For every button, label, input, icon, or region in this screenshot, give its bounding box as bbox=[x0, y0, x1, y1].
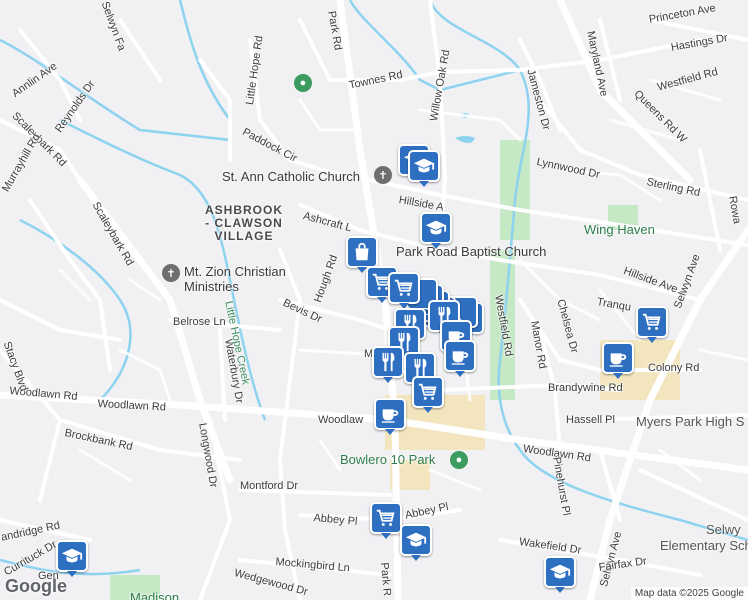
education-marker[interactable] bbox=[408, 150, 440, 187]
map-attribution[interactable]: Map data ©2025 Google bbox=[630, 587, 748, 600]
poi-park-road-baptist-church[interactable]: Park Road Baptist Church bbox=[396, 244, 546, 259]
poi-mt-zion[interactable]: Mt. Zion Christian Ministries bbox=[184, 264, 304, 294]
poi-selwyn-elementary-2[interactable]: Elementary Schoo bbox=[660, 538, 748, 553]
graduation-cap-icon bbox=[425, 220, 447, 235]
restaurant-marker[interactable] bbox=[372, 346, 404, 383]
street-label-woodlawn-rd-center: Woodlaw bbox=[318, 414, 364, 426]
poi-wing-haven[interactable]: Wing Haven bbox=[584, 222, 655, 237]
graduation-cap-icon bbox=[405, 532, 427, 547]
grocery-marker[interactable] bbox=[370, 502, 402, 539]
shopping-marker[interactable] bbox=[346, 236, 378, 273]
graduation-cap-icon bbox=[61, 548, 83, 563]
grocery-marker[interactable] bbox=[636, 306, 668, 343]
education-marker[interactable] bbox=[56, 540, 88, 577]
shopping-cart-icon bbox=[376, 509, 395, 526]
education-marker[interactable] bbox=[420, 212, 452, 249]
map-canvas[interactable]: Park Rd Park R Willow Oak Rd Townes Rd L… bbox=[0, 0, 748, 600]
grocery-marker[interactable] bbox=[388, 272, 420, 309]
graduation-cap-icon bbox=[413, 158, 435, 173]
street-label-hassell-pl: Hassell Pl bbox=[566, 414, 615, 426]
coffee-cup-icon bbox=[451, 351, 469, 365]
shopping-cart-icon bbox=[418, 383, 437, 400]
education-marker[interactable] bbox=[400, 524, 432, 561]
street-label-belrose-ln: Belrose Ln bbox=[173, 316, 226, 328]
grocery-marker[interactable] bbox=[412, 376, 444, 413]
education-marker[interactable] bbox=[544, 556, 576, 593]
shopping-cart-icon bbox=[394, 279, 413, 296]
poi-bowlero[interactable]: Bowlero 10 Park bbox=[340, 452, 435, 467]
shopping-cart-icon bbox=[642, 313, 661, 330]
coffee-cup-icon bbox=[381, 409, 399, 423]
neighborhood-label: ASHBROOK - CLAWSON VILLAGE bbox=[196, 204, 292, 243]
fork-knife-icon bbox=[382, 352, 395, 372]
poi-madison[interactable]: Madison bbox=[130, 590, 179, 600]
bowling-icon: ● bbox=[450, 451, 468, 469]
poi-selwyn-elementary-1[interactable]: Selwy bbox=[706, 522, 741, 537]
cafe-marker[interactable] bbox=[444, 340, 476, 377]
cafe-marker[interactable] bbox=[374, 398, 406, 435]
poi-myers-park-high[interactable]: Myers Park High S bbox=[636, 414, 744, 429]
coffee-cup-icon bbox=[609, 353, 627, 367]
street-label-brandywine-rd: Brandywine Rd bbox=[548, 382, 623, 394]
church-icon-mt-zion: ✝ bbox=[162, 264, 180, 282]
neighborhood-line3: VILLAGE bbox=[214, 229, 274, 243]
street-label-montford-dr: Montford Dr bbox=[240, 480, 299, 492]
google-logo: Google bbox=[5, 576, 67, 596]
poi-st-ann-catholic-church[interactable]: St. Ann Catholic Church bbox=[222, 169, 360, 184]
street-label-colony-rd: Colony Rd bbox=[648, 362, 700, 374]
park-marker-icon[interactable]: ● bbox=[294, 74, 312, 92]
shopping-bag-icon bbox=[355, 242, 369, 261]
graduation-cap-icon bbox=[549, 564, 571, 579]
cafe-marker[interactable] bbox=[602, 342, 634, 379]
church-icon: ✝ bbox=[374, 166, 392, 184]
